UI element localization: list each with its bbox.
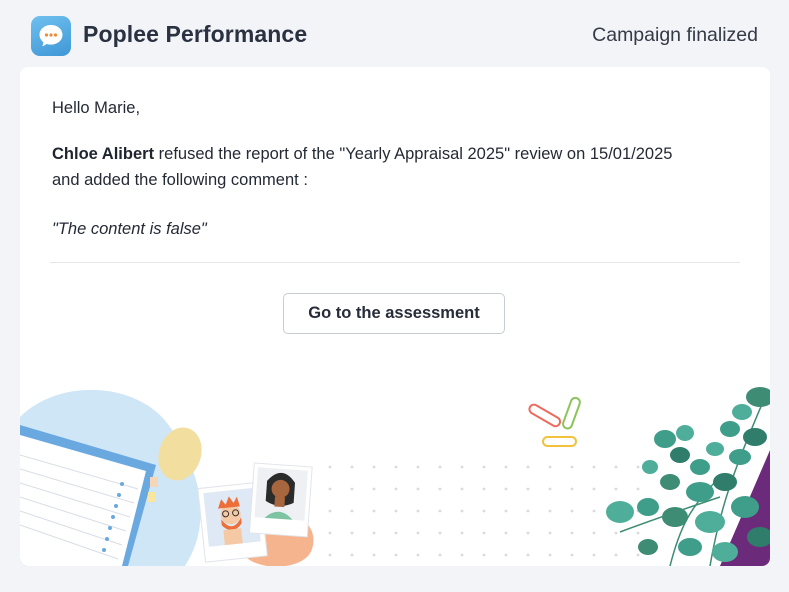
sender-name: Chloe Alibert [52,145,155,163]
campaign-status: Campaign finalized [592,24,758,46]
divider [50,262,740,263]
review-comment: "The content is false" [52,220,207,238]
message-line-2: and added the following comment : [52,171,308,189]
message-line-1: refused the report of the "Yearly Apprai… [154,145,673,163]
chat-bubble-icon [39,25,63,47]
go-to-assessment-button[interactable]: Go to the assessment [283,293,505,334]
greeting: Hello Marie, [52,99,141,117]
footer-illustration [20,387,770,566]
avatar-photo-icon [248,462,313,538]
header: Poplee Performance Campaign finalized [0,0,789,70]
plant-icon [606,387,770,566]
dot-grid [328,465,640,557]
paper-clip-icon [528,396,581,447]
email-card: Hello Marie, Chloe Alibert refused the r… [20,67,770,566]
message-body: Chloe Alibert refused the report of the … [52,141,742,193]
app-name: Poplee Performance [83,21,308,47]
app-logo [31,16,71,56]
